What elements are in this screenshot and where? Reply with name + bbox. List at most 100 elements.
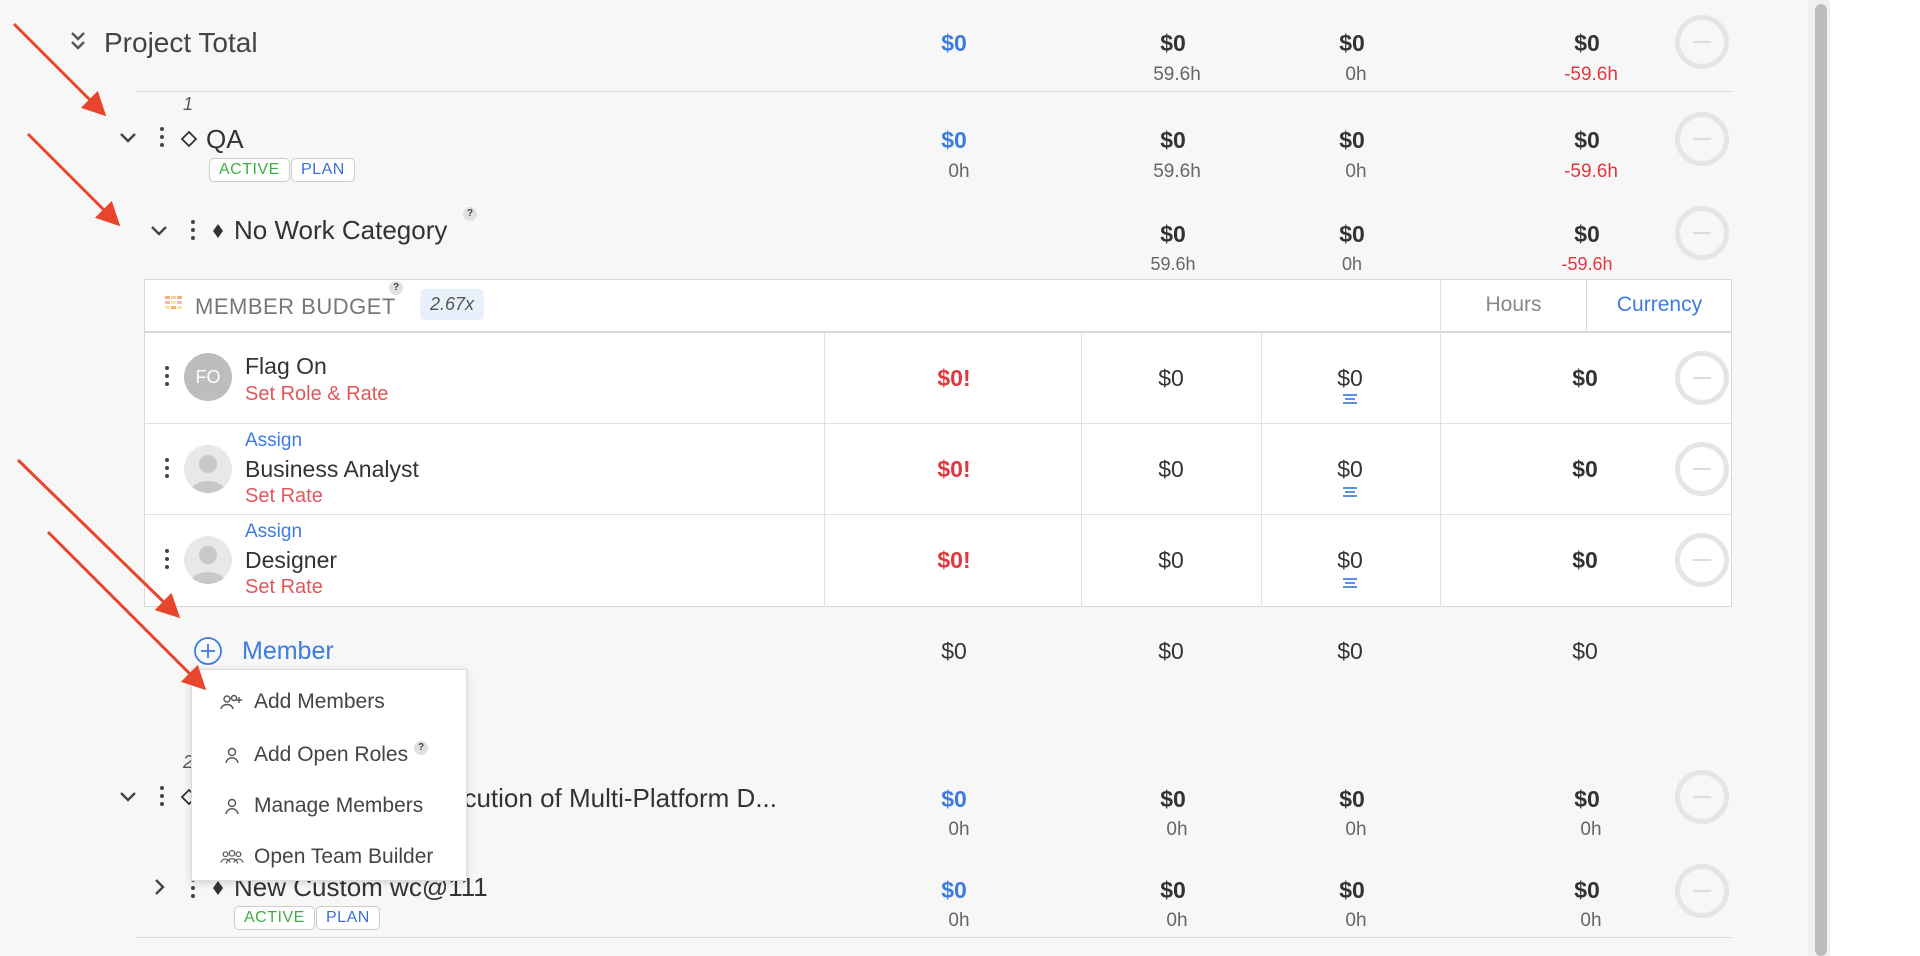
- member-col3: $0: [1337, 547, 1363, 573]
- progress-circle: [1675, 112, 1729, 166]
- progress-circle: [1675, 442, 1729, 496]
- progress-circle: [1675, 15, 1729, 69]
- member-col4: $0: [1572, 365, 1598, 391]
- project-total-col2: $0: [1160, 30, 1186, 56]
- menu-item-label: Add Members: [254, 690, 385, 713]
- member-col1: $0!: [937, 547, 971, 573]
- member-col1: $0!: [937, 365, 971, 391]
- divider: [1261, 333, 1262, 607]
- wc-col3-hours: 0h: [1341, 254, 1363, 274]
- member-total-col4: $0: [1572, 638, 1598, 664]
- progress-circle: [1675, 206, 1729, 260]
- custom-col4-hours: 0h: [1580, 910, 1602, 931]
- help-icon[interactable]: ?: [463, 207, 477, 221]
- chevron-right-icon[interactable]: [153, 877, 167, 902]
- multiplier-badge: 2.67x: [420, 289, 485, 320]
- phase2-col4: $0: [1574, 786, 1600, 812]
- phase2-col2: $0: [1160, 786, 1186, 812]
- qa-col4: $0: [1574, 127, 1600, 153]
- filled-diamond-icon: [211, 880, 225, 901]
- custom-col4: $0: [1574, 877, 1600, 903]
- wc-col2-hours: 59.6h: [1150, 254, 1196, 274]
- divider: [144, 331, 1732, 333]
- right-panel: [1830, 0, 1920, 956]
- phase2-col4-hours: 0h: [1580, 819, 1602, 840]
- more-menu-icon[interactable]: [156, 786, 168, 806]
- divider: [136, 91, 1732, 92]
- help-icon[interactable]: ?: [414, 741, 429, 755]
- phase2-col2-hours: 0h: [1166, 819, 1188, 840]
- progress-circle: [1675, 351, 1729, 405]
- divider: [1440, 280, 1441, 607]
- member-total-col3: $0: [1337, 638, 1363, 664]
- wc-col2: $0: [1160, 221, 1186, 247]
- qa-col1-hours: 0h: [948, 161, 970, 182]
- member-col4: $0: [1572, 547, 1598, 573]
- menu-item-label: Add Open Roles: [254, 743, 409, 766]
- distribution-icon[interactable]: [1343, 578, 1357, 588]
- member-col1: $0!: [937, 456, 971, 482]
- menu-item-label: Manage Members: [254, 794, 424, 817]
- member-col2: $0: [1158, 547, 1184, 573]
- plan-badge: PLAN: [291, 158, 355, 182]
- custom-col1-hours: 0h: [948, 910, 970, 931]
- user-icon: [220, 797, 244, 815]
- open-team-builder-menu-item[interactable]: Open Team Builder: [192, 832, 466, 882]
- member-col3: $0: [1337, 456, 1363, 482]
- annotation-arrows: [12, 22, 207, 691]
- divider: [144, 423, 1732, 424]
- work-category-name[interactable]: No Work Category: [234, 215, 447, 246]
- plan-badge: PLAN: [316, 906, 380, 930]
- divider: [144, 514, 1732, 515]
- currency-toggle[interactable]: Currency: [1586, 280, 1732, 330]
- qa-col4-hours: -59.6h: [1564, 161, 1618, 182]
- progress-circle: [1675, 864, 1729, 918]
- wc-col3: $0: [1339, 221, 1365, 247]
- add-open-roles-menu-item[interactable]: Add Open Roles ?: [192, 730, 466, 780]
- custom-col2: $0: [1160, 877, 1186, 903]
- status-badge: ACTIVE: [234, 906, 315, 930]
- member-name[interactable]: Business Analyst: [245, 456, 419, 483]
- member-total-col1: $0: [941, 638, 967, 664]
- custom-col2-hours: 0h: [1166, 910, 1188, 931]
- scrollbar-thumb[interactable]: [1815, 4, 1827, 956]
- qa-col1: $0: [941, 127, 967, 153]
- qa-col2: $0: [1160, 127, 1186, 153]
- menu-item-label: Open Team Builder: [254, 845, 434, 868]
- member-col4: $0: [1572, 456, 1598, 482]
- progress-circle: [1675, 533, 1729, 587]
- custom-col1: $0: [941, 877, 967, 903]
- member-col2: $0: [1158, 365, 1184, 391]
- project-total-col3-hours: 0h: [1345, 64, 1367, 85]
- phase2-col3-hours: 0h: [1345, 819, 1367, 840]
- qa-col2-hours: 59.6h: [1153, 161, 1201, 182]
- phase2-col1: $0: [941, 786, 967, 812]
- user-icon: [220, 746, 244, 764]
- member-col3: $0: [1337, 365, 1363, 391]
- member-total-col2: $0: [1158, 638, 1184, 664]
- wc-col4: $0: [1574, 221, 1600, 247]
- phase2-col1-hours: 0h: [948, 819, 970, 840]
- manage-members-menu-item[interactable]: Manage Members: [192, 781, 466, 831]
- phase-name[interactable]: ecution of Multi-Platform D...: [449, 783, 777, 814]
- custom-col3: $0: [1339, 877, 1365, 903]
- project-total-col2-hours: 59.6h: [1153, 64, 1201, 85]
- team-icon: [220, 848, 244, 866]
- member-col2: $0: [1158, 456, 1184, 482]
- custom-col3-hours: 0h: [1345, 910, 1367, 931]
- hours-toggle[interactable]: Hours: [1440, 280, 1586, 330]
- phase2-col3: $0: [1339, 786, 1365, 812]
- qa-col3: $0: [1339, 127, 1365, 153]
- distribution-icon[interactable]: [1343, 394, 1357, 404]
- divider: [136, 937, 1732, 938]
- chevron-down-icon[interactable]: [118, 790, 138, 809]
- qa-col3-hours: 0h: [1345, 161, 1367, 182]
- divider: [824, 333, 825, 607]
- progress-circle: [1675, 770, 1729, 824]
- set-role-rate-link[interactable]: Set Role & Rate: [245, 383, 388, 406]
- distribution-icon[interactable]: [1343, 487, 1357, 497]
- project-total-col4: $0: [1574, 30, 1600, 56]
- help-icon[interactable]: ?: [389, 281, 403, 295]
- divider: [1081, 333, 1082, 607]
- project-total-col3: $0: [1339, 30, 1365, 56]
